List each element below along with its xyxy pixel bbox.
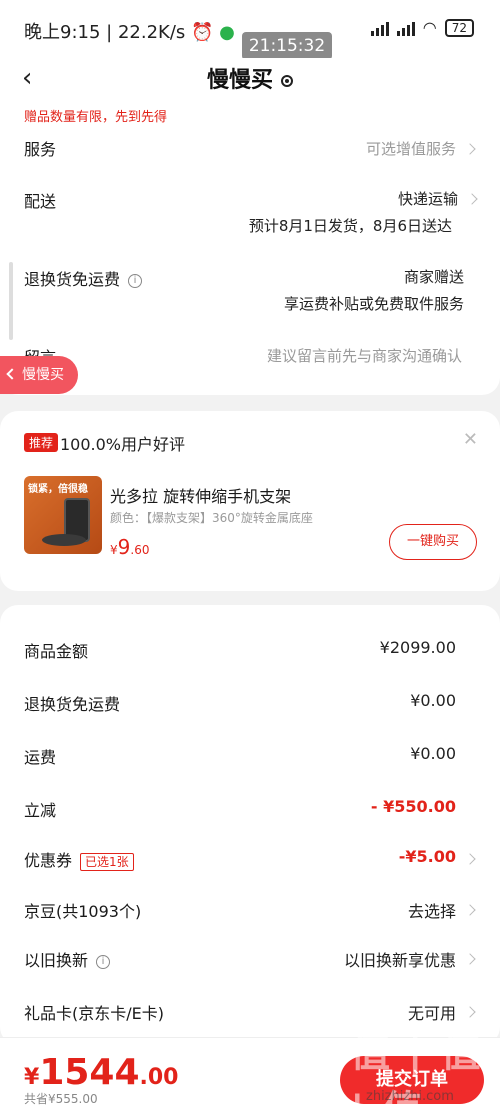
- coupon-selected-badge: 已选1张: [80, 852, 134, 871]
- discount-value: - ¥550.00: [370, 797, 456, 816]
- chevron-right-icon: [464, 1006, 476, 1018]
- delivery-label: 配送: [24, 192, 57, 211]
- recommendation-card: 推荐 100.0%用户好评 ✕ 锁紧，倍很稳 光多拉 旋转伸缩手机支架 颜色：【…: [0, 411, 500, 591]
- scroll-indicator: [9, 262, 13, 340]
- watermark-site: zhizhizhi.com: [366, 1089, 454, 1104]
- return-fee-value: 商家赠送 享运费补贴或免费取件服务: [283, 268, 464, 313]
- total-amount: ¥1544.00: [24, 1052, 179, 1093]
- fee-value: ¥0.00: [410, 744, 456, 763]
- clock-overlay: 21:15:32: [242, 32, 332, 60]
- close-icon[interactable]: ✕: [463, 429, 478, 450]
- recommend-tag: 推荐: [24, 433, 59, 452]
- fee-label: 运费: [24, 748, 57, 767]
- location-pin-icon[interactable]: [281, 75, 293, 87]
- page-title: 慢慢买: [0, 62, 500, 94]
- wechat-icon: ●: [219, 22, 235, 43]
- status-time: 晚上9:15: [24, 22, 101, 43]
- service-value: 可选增值服务: [365, 140, 456, 158]
- wifi-icon: ◠: [422, 18, 437, 37]
- jd-beans-row[interactable]: 去选择: [408, 898, 456, 922]
- signal-icon-2: [396, 20, 415, 36]
- delivery-eta: 预计8月1日发货，8月6日送达: [248, 217, 452, 235]
- status-left: 晚上9:15 | 22.2K/s ⏰ ●: [24, 22, 235, 43]
- fee-breakdown-card: 商品金额 ¥2099.00 退换货免运费 ¥0.00 运费 ¥0.00 立减 -…: [0, 605, 500, 1045]
- return-fee-desc: 享运费补贴或免费取件服务: [283, 295, 464, 313]
- gift-notice: 赠品数量有限，先到先得: [24, 110, 168, 125]
- product-spec: 颜色：【爆款支架】360°旋转金属底座: [110, 511, 313, 525]
- alarm-icon: ⏰: [191, 22, 214, 43]
- delivery-row[interactable]: 快递运输 预计8月1日发货，8月6日送达: [248, 188, 478, 236]
- coupon-label: 优惠券 已选1张: [24, 847, 134, 871]
- recommend-title: 100.0%用户好评: [60, 435, 186, 454]
- delivery-method: 快递运输: [397, 190, 458, 208]
- product-thumbnail[interactable]: 锁紧，倍很稳: [24, 476, 102, 554]
- order-options-card: 赠品数量有限，先到先得 服务 可选增值服务 配送 快递运输 预计8月1日发货，8…: [0, 100, 500, 395]
- status-right: ◠ 72: [370, 18, 474, 37]
- fee-label: 退换货免运费: [24, 695, 121, 714]
- chevron-right-icon: [464, 904, 476, 916]
- fee-label: 立减: [24, 801, 57, 820]
- fee-label: 商品金额: [24, 642, 89, 661]
- service-row[interactable]: 可选增值服务: [365, 138, 476, 159]
- service-label: 服务: [24, 140, 57, 159]
- fee-value: ¥0.00: [410, 691, 456, 710]
- jd-beans-label: 京豆(共1093个): [24, 902, 142, 921]
- info-icon[interactable]: i: [96, 954, 111, 969]
- coupon-row[interactable]: -¥5.00: [399, 847, 456, 866]
- chevron-right-icon: [464, 953, 476, 965]
- chevron-left-icon: [6, 368, 18, 380]
- chevron-right-icon: [464, 853, 476, 865]
- trade-in-row[interactable]: 以旧换新享优惠: [344, 947, 456, 971]
- fee-value: ¥2099.00: [379, 638, 456, 657]
- product-name[interactable]: 光多拉 旋转伸缩手机支架: [110, 483, 291, 507]
- floating-back-button[interactable]: 慢慢买: [0, 356, 78, 394]
- trade-in-label: 以旧换新 i: [24, 947, 111, 971]
- product-price: ¥9.60: [110, 535, 150, 559]
- network-speed: 22.2K/s: [117, 22, 186, 43]
- note-input[interactable]: 建议留言前先与商家沟通确认: [267, 345, 462, 366]
- chevron-right-icon: [464, 142, 476, 155]
- one-click-buy-button[interactable]: 一键购买: [389, 524, 477, 560]
- chevron-right-icon: [466, 192, 478, 205]
- info-icon[interactable]: i: [128, 273, 143, 288]
- saved-amount: 共省¥555.00: [24, 1092, 98, 1106]
- battery-icon: 72: [444, 18, 474, 37]
- nav-bar: ‹ 慢慢买: [0, 58, 500, 100]
- return-fee-label: 退换货免运费 i: [24, 266, 143, 290]
- signal-icon: [370, 20, 389, 36]
- gift-card-label: 礼品卡(京东卡/E卡): [24, 1004, 164, 1023]
